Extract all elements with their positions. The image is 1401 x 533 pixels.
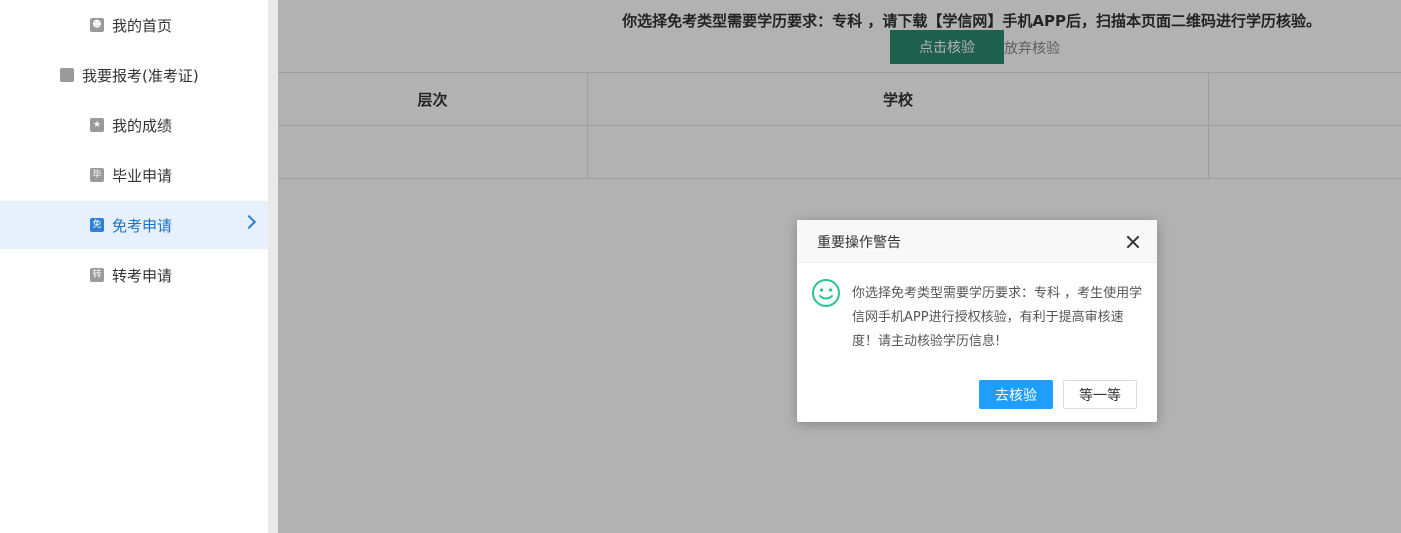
warning-dialog: 重要操作警告 你选择免考类型需要学历要求：专科 ，考生使用学信网手机APP进行授… [797,220,1157,422]
dialog-message: 你选择免考类型需要学历要求：专科 ，考生使用学信网手机APP进行授权核验，有利于… [852,286,1143,349]
exempt-icon: 免 [90,218,104,232]
close-icon[interactable] [1125,234,1141,250]
sidebar-item-label: 免考申请 [112,216,173,235]
transfer-icon: 转 [90,268,104,282]
go-verify-button[interactable]: 去核验 [979,380,1053,409]
sidebar-item-exemption[interactable]: 免 免考申请 [0,201,268,249]
sidebar-item-scores[interactable]: ★ 我的成绩 [0,101,268,149]
sidebar-item-register[interactable]: 我要报考(准考证) [0,51,268,99]
sidebar-item-label: 毕业申请 [112,166,173,185]
medal-icon: ★ [90,118,104,132]
dialog-header: 重要操作警告 [797,220,1157,263]
sidebar-item-label: 我要报考(准考证) [82,66,199,85]
sidebar-item-label: 我的首页 [112,16,173,35]
user-icon: ☻ [90,18,104,32]
sidebar-item-label: 转考申请 [112,266,173,285]
sidebar-divider [268,0,278,533]
sidebar-item-home[interactable]: ☻ 我的首页 [0,1,268,49]
wait-button[interactable]: 等一等 [1063,380,1137,409]
smile-icon [812,279,840,307]
sidebar-item-transfer[interactable]: 转 转考申请 [0,251,268,299]
sidebar-item-graduation[interactable]: 毕 毕业申请 [0,151,268,199]
dialog-title: 重要操作警告 [817,235,901,251]
graduate-icon: 毕 [90,168,104,182]
sidebar: ☻ 我的首页 我要报考(准考证) ★ 我的成绩 毕 毕业申请 免 免考申请 转 … [0,0,268,533]
sidebar-item-label: 我的成绩 [112,116,173,135]
chevron-right-icon [241,214,257,230]
card-icon [60,68,74,82]
